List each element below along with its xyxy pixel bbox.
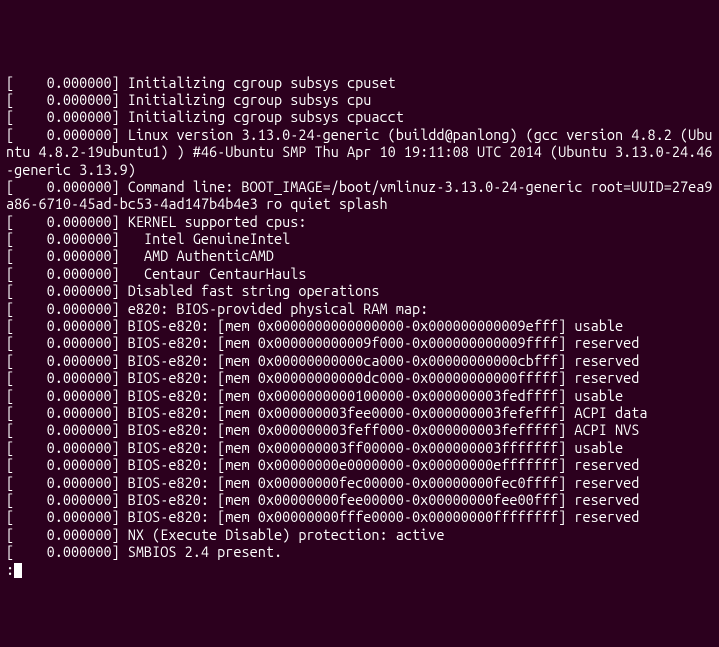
log-line: [ 0.000000] BIOS-e820: [mem 0x0000000000…: [6, 317, 713, 334]
log-line: [ 0.000000] Centaur CentaurHauls: [6, 265, 713, 282]
log-line: [ 0.000000] Initializing cgroup subsys c…: [6, 108, 713, 125]
log-line: [ 0.000000] BIOS-e820: [mem 0x0000000000…: [6, 352, 713, 369]
log-line: [ 0.000000] BIOS-e820: [mem 0x000000003f…: [6, 404, 713, 421]
log-line: [ 0.000000] BIOS-e820: [mem 0x0000000000…: [6, 369, 713, 386]
log-line: [ 0.000000] BIOS-e820: [mem 0x000000003f…: [6, 421, 713, 438]
log-line: [ 0.000000] NX (Execute Disable) protect…: [6, 526, 713, 543]
log-line: [ 0.000000] Intel GenuineIntel: [6, 230, 713, 247]
log-line: [ 0.000000] SMBIOS 2.4 present.: [6, 543, 713, 560]
log-line: [ 0.000000] AMD AuthenticAMD: [6, 247, 713, 264]
pager-prompt[interactable]: :: [6, 561, 14, 578]
log-line: [ 0.000000] BIOS-e820: [mem 0x00000000e0…: [6, 456, 713, 473]
log-line: [ 0.000000] BIOS-e820: [mem 0x00000000fe…: [6, 474, 713, 491]
log-line: [ 0.000000] Initializing cgroup subsys c…: [6, 74, 713, 91]
cursor: [14, 563, 22, 578]
log-line: [ 0.000000] BIOS-e820: [mem 0x000000003f…: [6, 439, 713, 456]
log-line: [ 0.000000] BIOS-e820: [mem 0x00000000fe…: [6, 491, 713, 508]
log-line: [ 0.000000] Linux version 3.13.0-24-gene…: [6, 126, 713, 178]
log-line: [ 0.000000] e820: BIOS-provided physical…: [6, 300, 713, 317]
log-line: [ 0.000000] BIOS-e820: [mem 0x0000000000…: [6, 334, 713, 351]
log-line: [ 0.000000] Initializing cgroup subsys c…: [6, 91, 713, 108]
log-line: [ 0.000000] Disabled fast string operati…: [6, 282, 713, 299]
terminal-output: [ 0.000000] Initializing cgroup subsys c…: [6, 74, 713, 561]
log-line: [ 0.000000] BIOS-e820: [mem 0x00000000ff…: [6, 508, 713, 525]
log-line: [ 0.000000] Command line: BOOT_IMAGE=/bo…: [6, 178, 713, 213]
log-line: [ 0.000000] KERNEL supported cpus:: [6, 213, 713, 230]
log-line: [ 0.000000] BIOS-e820: [mem 0x0000000000…: [6, 387, 713, 404]
